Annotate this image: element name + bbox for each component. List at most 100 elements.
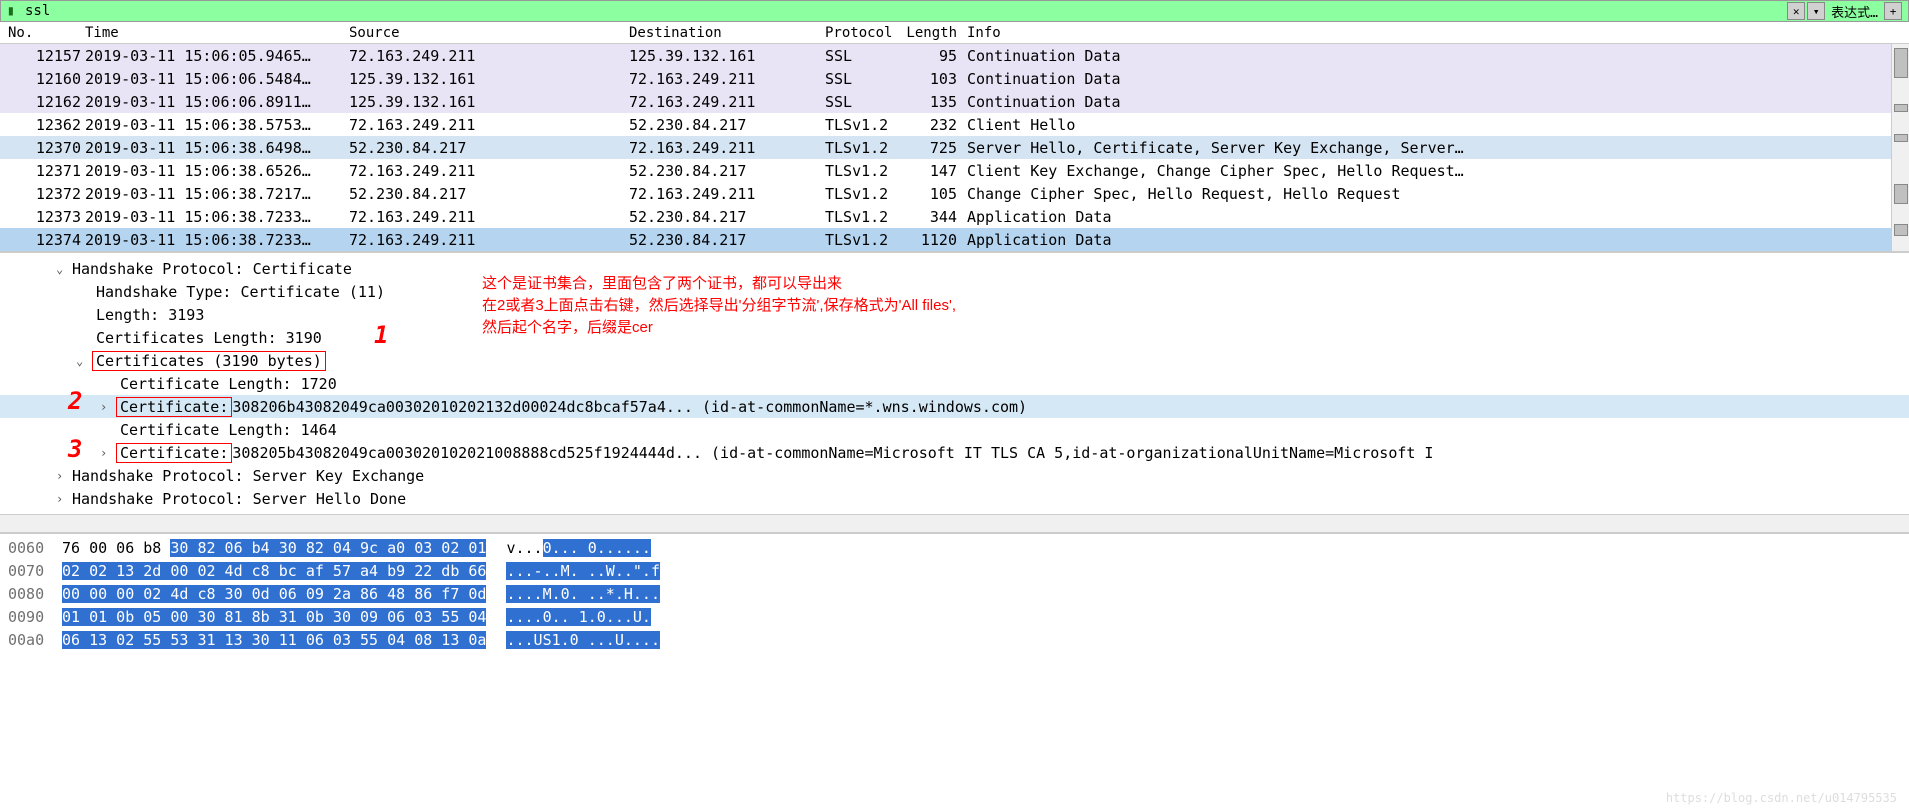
column-protocol[interactable]: Protocol: [825, 25, 905, 41]
cell-proto: TLSv1.2: [825, 139, 905, 157]
annotation-text: 这个是证书集合，里面包含了两个证书，都可以导出来 在2或者3上面点击右键，然后选…: [482, 273, 956, 339]
column-no[interactable]: No.: [0, 25, 85, 41]
tree-label: Certificates (3190 bytes): [92, 351, 326, 371]
tree-server-hello-done[interactable]: › Handshake Protocol: Server Hello Done: [0, 487, 1909, 510]
cell-dest: 72.163.249.211: [629, 70, 825, 88]
cell-source: 125.39.132.161: [349, 93, 629, 111]
watermark: https://blog.csdn.net/u014795535: [1666, 791, 1897, 805]
cell-source: 72.163.249.211: [349, 231, 629, 249]
byte-row[interactable]: 009001 01 0b 05 00 30 81 8b 31 0b 30 09 …: [0, 605, 1909, 628]
cell-len: 147: [905, 162, 963, 180]
tree-cert-label: Certificate:: [116, 443, 232, 463]
tree-label: Handshake Protocol: Server Hello Done: [72, 490, 406, 508]
bookmark-icon[interactable]: ▮: [1, 1, 21, 21]
packet-row[interactable]: 123712019-03-11 15:06:38.6526…72.163.249…: [0, 159, 1891, 182]
tree-label: Handshake Protocol: Server Key Exchange: [72, 467, 424, 485]
chevron-down-icon: ⌄: [76, 354, 92, 368]
cell-info: Continuation Data: [963, 93, 1891, 111]
packet-row[interactable]: 121602019-03-11 15:06:06.5484…125.39.132…: [0, 67, 1891, 90]
tree-cert-len-2[interactable]: Certificate Length: 1464: [0, 418, 1909, 441]
cell-dest: 52.230.84.217: [629, 162, 825, 180]
cell-len: 344: [905, 208, 963, 226]
byte-hex: 02 02 13 2d 00 02 4d c8 bc af 57 a4 b9 2…: [58, 562, 486, 580]
packet-row[interactable]: 121572019-03-11 15:06:05.9465…72.163.249…: [0, 44, 1891, 67]
details-horizontal-scrollbar[interactable]: [0, 514, 1909, 532]
tree-label: Certificates Length: 3190: [96, 329, 322, 347]
cell-no: 12362: [0, 116, 85, 134]
cell-time: 2019-03-11 15:06:38.6498…: [85, 139, 349, 157]
display-filter-input[interactable]: [21, 2, 1787, 20]
packet-row[interactable]: 123702019-03-11 15:06:38.6498…52.230.84.…: [0, 136, 1891, 159]
cell-dest: 125.39.132.161: [629, 47, 825, 65]
cell-proto: SSL: [825, 93, 905, 111]
tree-cert-value: 308205b43082049ca003020102021008888cd525…: [232, 444, 1433, 462]
cell-no: 12370: [0, 139, 85, 157]
packet-list-scrollbar[interactable]: [1891, 44, 1909, 251]
tree-cert-len-1[interactable]: Certificate Length: 1720: [0, 372, 1909, 395]
cell-source: 52.230.84.217: [349, 185, 629, 203]
packet-row[interactable]: 121622019-03-11 15:06:06.8911…125.39.132…: [0, 90, 1891, 113]
column-length[interactable]: Length: [905, 25, 963, 41]
column-destination[interactable]: Destination: [629, 25, 825, 41]
packet-bytes-panel: 006076 00 06 b8 30 82 06 b4 30 82 04 9c …: [0, 532, 1909, 651]
packet-row[interactable]: 123722019-03-11 15:06:38.7217…52.230.84.…: [0, 182, 1891, 205]
tree-label: Handshake Protocol: Certificate: [72, 260, 352, 278]
cell-no: 12162: [0, 93, 85, 111]
cell-proto: SSL: [825, 70, 905, 88]
tree-label: Length: 3193: [96, 306, 204, 324]
cell-info: Continuation Data: [963, 47, 1891, 65]
cell-info: Application Data: [963, 231, 1891, 249]
cell-dest: 52.230.84.217: [629, 208, 825, 226]
annotation-line: 然后起个名字，后缀是cer: [482, 317, 956, 339]
cell-time: 2019-03-11 15:06:38.7233…: [85, 208, 349, 226]
tree-server-key-exchange[interactable]: › Handshake Protocol: Server Key Exchang…: [0, 464, 1909, 487]
packet-list-header: No. Time Source Destination Protocol Len…: [0, 22, 1909, 44]
cell-proto: TLSv1.2: [825, 116, 905, 134]
byte-row[interactable]: 007002 02 13 2d 00 02 4d c8 bc af 57 a4 …: [0, 559, 1909, 582]
cell-no: 12372: [0, 185, 85, 203]
tree-certificates[interactable]: ⌄ Certificates (3190 bytes): [0, 349, 1909, 372]
chevron-right-icon: ›: [100, 446, 116, 460]
byte-row[interactable]: 006076 00 06 b8 30 82 06 b4 30 82 04 9c …: [0, 536, 1909, 559]
filter-right-controls: ✕ ▾ 表达式… +: [1787, 2, 1908, 21]
cell-time: 2019-03-11 15:06:05.9465…: [85, 47, 349, 65]
column-time[interactable]: Time: [85, 25, 349, 41]
filter-dropdown-button[interactable]: ▾: [1807, 2, 1825, 20]
cell-info: Continuation Data: [963, 70, 1891, 88]
tree-certificate-2[interactable]: › Certificate: 308205b43082049ca00302010…: [0, 441, 1909, 464]
packet-row[interactable]: 123732019-03-11 15:06:38.7233…72.163.249…: [0, 205, 1891, 228]
annotation-line: 在2或者3上面点击右键，然后选择导出'分组字节流',保存格式为'All file…: [482, 295, 956, 317]
byte-hex: 76 00 06 b8 30 82 06 b4 30 82 04 9c a0 0…: [58, 539, 486, 557]
byte-offset: 00a0: [0, 631, 58, 649]
annotation-marker-1: 1: [374, 321, 388, 349]
cell-dest: 52.230.84.217: [629, 116, 825, 134]
cell-time: 2019-03-11 15:06:38.7233…: [85, 231, 349, 249]
add-filter-button[interactable]: +: [1884, 2, 1902, 20]
tree-certificate-1[interactable]: › Certificate: 308206b43082049ca00302010…: [0, 395, 1909, 418]
cell-time: 2019-03-11 15:06:38.7217…: [85, 185, 349, 203]
packet-details-panel: ⌄ Handshake Protocol: Certificate Handsh…: [0, 251, 1909, 514]
packet-row[interactable]: 123622019-03-11 15:06:38.5753…72.163.249…: [0, 113, 1891, 136]
byte-ascii: ....M.0. ..*.H...: [486, 585, 660, 603]
cell-no: 12160: [0, 70, 85, 88]
cell-time: 2019-03-11 15:06:38.6526…: [85, 162, 349, 180]
cell-source: 72.163.249.211: [349, 47, 629, 65]
cell-proto: SSL: [825, 47, 905, 65]
expression-button[interactable]: 表达式…: [1827, 2, 1882, 21]
packet-row[interactable]: 123742019-03-11 15:06:38.7233…72.163.249…: [0, 228, 1891, 251]
byte-row[interactable]: 008000 00 00 02 4d c8 30 0d 06 09 2a 86 …: [0, 582, 1909, 605]
byte-row[interactable]: 00a006 13 02 55 53 31 13 30 11 06 03 55 …: [0, 628, 1909, 651]
column-source[interactable]: Source: [349, 25, 629, 41]
cell-proto: TLSv1.2: [825, 162, 905, 180]
cell-dest: 52.230.84.217: [629, 231, 825, 249]
tree-cert-label: Certificate:: [116, 397, 232, 417]
cell-source: 72.163.249.211: [349, 162, 629, 180]
cell-no: 12157: [0, 47, 85, 65]
cell-proto: TLSv1.2: [825, 208, 905, 226]
column-info[interactable]: Info: [963, 25, 1909, 41]
clear-filter-button[interactable]: ✕: [1787, 2, 1805, 20]
byte-hex: 01 01 0b 05 00 30 81 8b 31 0b 30 09 06 0…: [58, 608, 486, 626]
cell-len: 95: [905, 47, 963, 65]
chevron-down-icon: ⌄: [56, 262, 72, 276]
cell-source: 72.163.249.211: [349, 208, 629, 226]
